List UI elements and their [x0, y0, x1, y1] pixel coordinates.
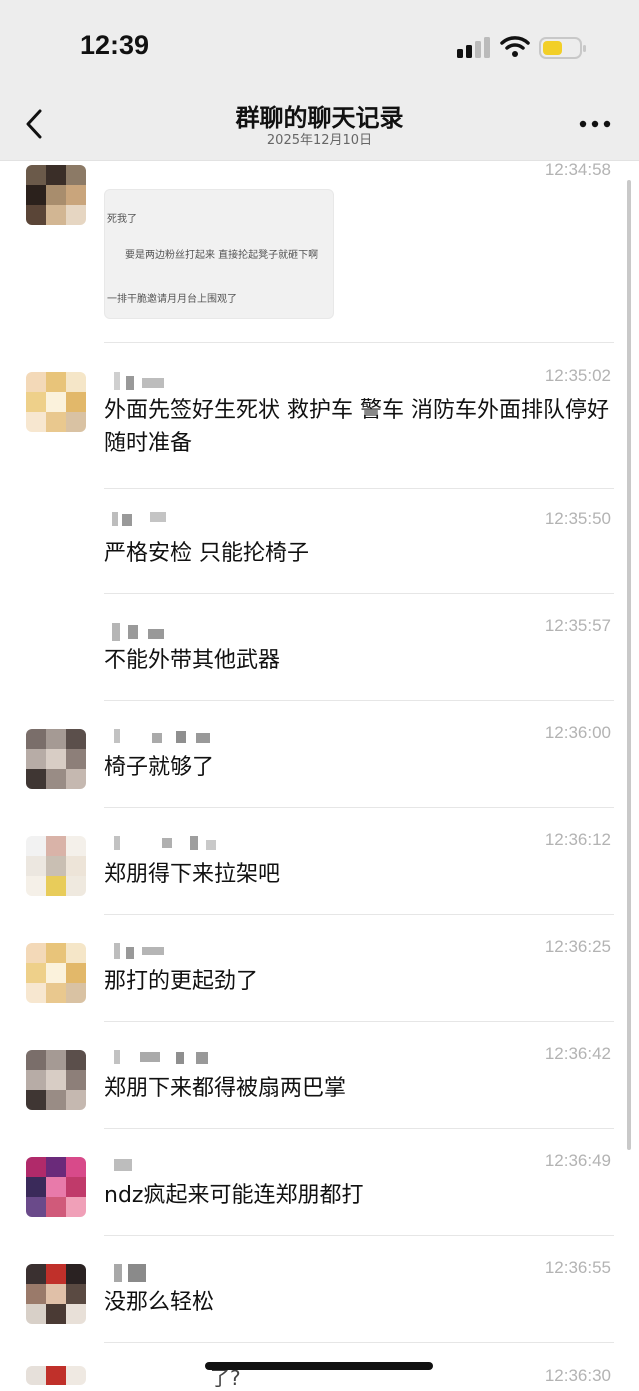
- sender-name-blurred: [106, 729, 226, 749]
- message-time: 12:36:42: [544, 1044, 611, 1063]
- message-time: 12:35:57: [544, 616, 611, 635]
- avatar[interactable]: [26, 372, 86, 432]
- sender-name-blurred: [106, 510, 226, 530]
- avatar[interactable]: [26, 1157, 86, 1217]
- message-text: 外面先签好生死状 救护车 警车 消防车外面排队停好 随时准备: [104, 398, 609, 456]
- message-divider: [104, 1235, 614, 1236]
- avatar[interactable]: [26, 943, 86, 1003]
- message-divider: [104, 1021, 614, 1022]
- message-text: ndz疯起来可能连郑朋都打: [104, 1183, 364, 1208]
- sender-name-blurred: [106, 372, 226, 392]
- message-time: 12:35:50: [544, 509, 611, 528]
- message-divider: [104, 807, 614, 808]
- message-time: 12:36:12: [544, 830, 611, 849]
- cellular-signal-icon: [457, 37, 490, 58]
- home-indicator[interactable]: [205, 1362, 433, 1370]
- message-time: 12:36:30: [544, 1366, 611, 1385]
- image-text-line: 一排干脆邀请月月台上围观了: [107, 294, 237, 305]
- message-divider: [104, 1128, 614, 1129]
- message-time: 12:36:25: [544, 937, 611, 956]
- sender-name-blurred: [106, 836, 226, 856]
- message-divider: [104, 914, 614, 915]
- avatar[interactable]: [26, 1366, 86, 1385]
- avatar[interactable]: [26, 836, 86, 896]
- page-subtitle-date: 2025年12月10日: [266, 133, 373, 148]
- wifi-icon: [500, 36, 530, 57]
- sender-name-blurred: [106, 943, 226, 963]
- page-title: 群聊的聊天记录: [235, 104, 404, 132]
- avatar[interactable]: [26, 165, 86, 225]
- shared-image-thumbnail[interactable]: 死我了 要是两边粉丝打起来 直接抡起凳子就砸下啊 一排干脆邀请月月台上围观了: [104, 189, 334, 319]
- avatar[interactable]: [26, 1264, 86, 1324]
- status-time: 12:39: [80, 30, 150, 60]
- message-time: 12:36:00: [544, 723, 611, 742]
- message-time: 12:34:58: [544, 160, 611, 179]
- message-time: 12:36:55: [544, 1258, 611, 1277]
- message-text: 郑朋得下来拉架吧: [104, 862, 281, 887]
- message-divider: [104, 1342, 614, 1343]
- sender-name-blurred: [106, 1264, 226, 1284]
- avatar[interactable]: [26, 1050, 86, 1110]
- message-text: 没那么轻松: [104, 1290, 215, 1315]
- scrollbar[interactable]: [627, 180, 631, 1150]
- message-divider: [104, 342, 614, 343]
- message-text: 严格安检 只能抡椅子: [104, 541, 309, 566]
- sender-name-blurred: [106, 1050, 226, 1070]
- message-divider: [104, 593, 614, 594]
- image-text-line: 要是两边粉丝打起来 直接抡起凳子就砸下啊: [125, 250, 319, 261]
- message-time: 12:36:49: [544, 1151, 611, 1170]
- message-divider: [104, 488, 614, 489]
- more-options-icon[interactable]: [578, 118, 612, 130]
- message-text: 椅子就够了: [104, 755, 215, 780]
- message-time: 12:35:02: [544, 366, 611, 385]
- message-divider: [104, 700, 614, 701]
- battery-icon: [539, 37, 586, 59]
- sender-name-blurred: [106, 623, 226, 643]
- sender-name-blurred: [106, 1157, 226, 1177]
- image-text-line: 死我了: [107, 214, 137, 225]
- status-bar: 12:39: [0, 0, 639, 92]
- message-text: 郑朋下来都得被扇两巴掌: [104, 1076, 347, 1101]
- message-text: 那打的更起劲了: [104, 969, 259, 994]
- avatar[interactable]: [26, 729, 86, 789]
- nav-bar: 群聊的聊天记录 2025年12月10日: [0, 92, 639, 161]
- message-text: 不能外带其他武器: [104, 648, 281, 673]
